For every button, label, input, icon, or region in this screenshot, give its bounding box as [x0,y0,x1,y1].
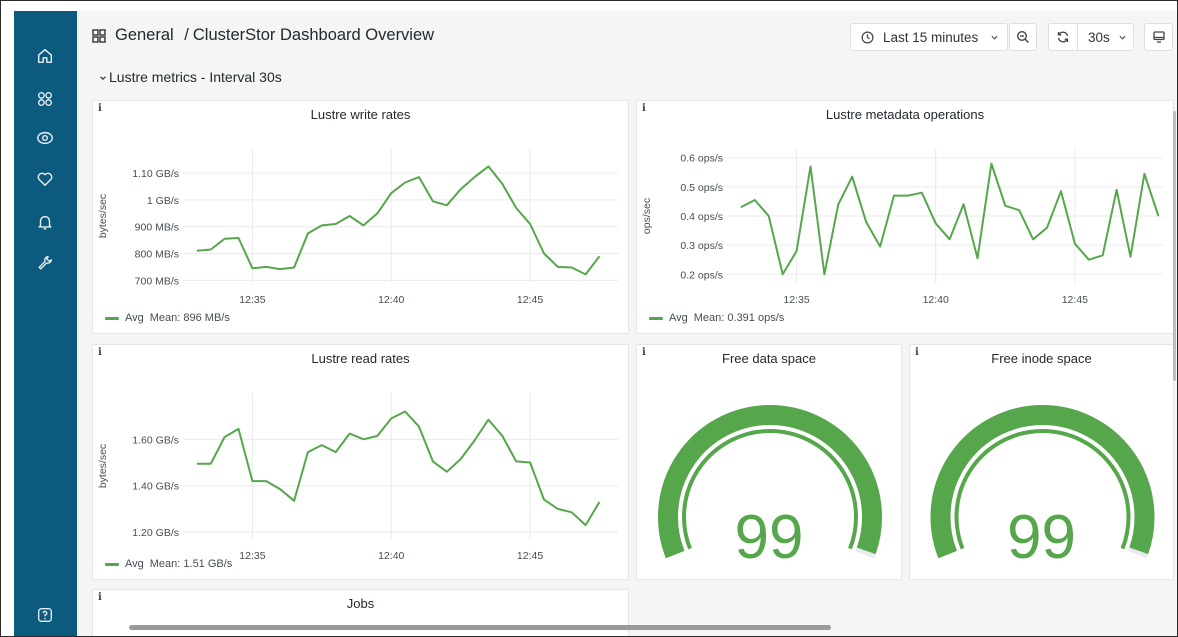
horizontal-scrollbar[interactable] [129,625,831,630]
breadcrumb: General / ClusterStor Dashboard Overview [115,26,434,45]
y-tick-label: 0.3 ops/s [680,240,723,252]
x-tick-label: 12:35 [239,550,265,562]
dashboard-window: General / ClusterStor Dashboard Overview … [0,0,1178,637]
time-range-picker[interactable]: Last 15 minutes [850,23,1008,51]
legend[interactable]: Avg Mean: 0.391 ops/s [649,312,784,324]
help-icon[interactable] [34,604,56,626]
y-tick-label: 1.40 GB/s [132,481,179,493]
zoom-out-icon [1016,30,1029,43]
x-tick-label: 12:35 [239,294,265,306]
series-line-avg[interactable] [740,162,1160,276]
x-tick-label: 12:35 [783,294,809,306]
alerting-icon[interactable] [34,168,56,190]
refresh-interval-picker[interactable]: 30s [1077,23,1134,51]
chevron-down-icon [991,35,998,40]
legend-mean: Mean: 896 MB/s [149,312,230,324]
panel-read-rates[interactable]: i Lustre read rates 1.20 GB/s 1.40 GB/s 1.… [92,344,629,580]
breadcrumb-separator: / [184,26,189,44]
y-axis-label: ops/sec [641,198,653,234]
chevron-down-icon [1119,35,1126,40]
chart-read: 1.20 GB/s 1.40 GB/s 1.60 GB/s 12:35 12:40 12:… [97,393,618,562]
chevron-down-icon [100,76,106,81]
top-bar: General / ClusterStor Dashboard Overview … [77,11,1177,63]
panel-title: Jobs [346,596,375,611]
x-tick-label: 12:45 [1062,294,1088,306]
y-tick-label: 1 GB/s [147,195,179,207]
legend-swatch [649,316,663,320]
x-tick-label: 12:45 [517,294,543,306]
row-title: Lustre metrics - Interval 30s [109,69,282,85]
legend[interactable]: Avg Mean: 1.51 GB/s [105,558,232,570]
legend-series-name: Avg [125,558,144,570]
breadcrumb-folder[interactable]: General [115,26,174,44]
y-tick-label: 0.6 ops/s [680,153,723,165]
legend-series-name: Avg [125,312,144,324]
vertical-scrollbar[interactable] [1173,111,1176,381]
refresh-button[interactable] [1048,23,1077,51]
kiosk-mode-button[interactable] [1144,23,1173,51]
legend-swatch [105,316,119,320]
legend-series-name: Avg [669,312,688,324]
notifications-icon[interactable] [34,211,56,233]
panel-metadata-ops[interactable]: i Lustre metadata operations 0.2 ops/s 0.… [636,100,1174,334]
series-line-avg[interactable] [196,410,601,527]
dashboards-grid-icon [92,29,106,43]
dashboard-main: General / ClusterStor Dashboard Overview … [77,11,1177,636]
sidebar [14,11,77,636]
clock-icon [861,31,874,43]
y-tick-label: 0.5 ops/s [680,182,723,194]
chart-metadata: 0.2 ops/s 0.3 ops/s 0.4 ops/s 0.5 ops/s 0.6 … [641,149,1163,306]
dashboards-icon[interactable] [34,88,56,110]
y-axis-label: bytes/sec [97,194,109,238]
series-line-avg[interactable] [196,165,601,276]
legend-swatch [105,562,119,566]
explore-icon[interactable] [34,127,56,149]
time-range-label: Last 15 minutes [883,29,979,45]
gauge-value: 99 [734,503,804,572]
y-tick-label: 1.10 GB/s [132,168,179,180]
x-tick-label: 12:40 [923,294,949,306]
legend-mean: Mean: 0.391 ops/s [693,312,785,324]
y-tick-label: 1.20 GB/s [132,527,179,539]
home-icon[interactable] [34,45,56,67]
x-tick-label: 12:40 [378,294,404,306]
refresh-icon [1057,31,1069,43]
x-tick-label: 12:45 [517,550,543,562]
gauge-value: 99 [1007,503,1076,572]
y-tick-label: 800 MB/s [135,249,179,261]
y-axis-label: bytes/sec [97,444,109,488]
y-tick-label: 700 MB/s [135,275,179,287]
panel-free-data-space[interactable]: i Free data space 99 [636,344,902,580]
chart-write: 700 MB/s 800 MB/s 900 MB/s 1 GB/s 1.10 GB/s 1… [97,149,618,306]
row-header[interactable]: Lustre metrics - Interval 30s [99,69,282,85]
legend[interactable]: Avg Mean: 896 MB/s [105,312,230,324]
legend-mean: Mean: 1.51 GB/s [149,558,233,570]
zoom-out-button[interactable] [1009,23,1037,51]
admin-icon[interactable] [34,252,56,274]
panel-free-inode-space[interactable]: i Free inode space 99 [909,344,1174,580]
y-tick-label: 1.60 GB/s [132,434,179,446]
refresh-interval-label: 30s [1088,29,1110,45]
dashboard-title[interactable]: ClusterStor Dashboard Overview [193,26,434,44]
y-tick-label: 0.4 ops/s [680,211,723,223]
panel-write-rates[interactable]: i Lustre write rates 700 MB/s 800 MB/s 900… [92,100,629,334]
x-tick-label: 12:40 [378,550,404,562]
y-tick-label: 900 MB/s [135,222,179,234]
monitor-icon [1152,31,1165,43]
y-tick-label: 0.2 ops/s [680,269,723,281]
